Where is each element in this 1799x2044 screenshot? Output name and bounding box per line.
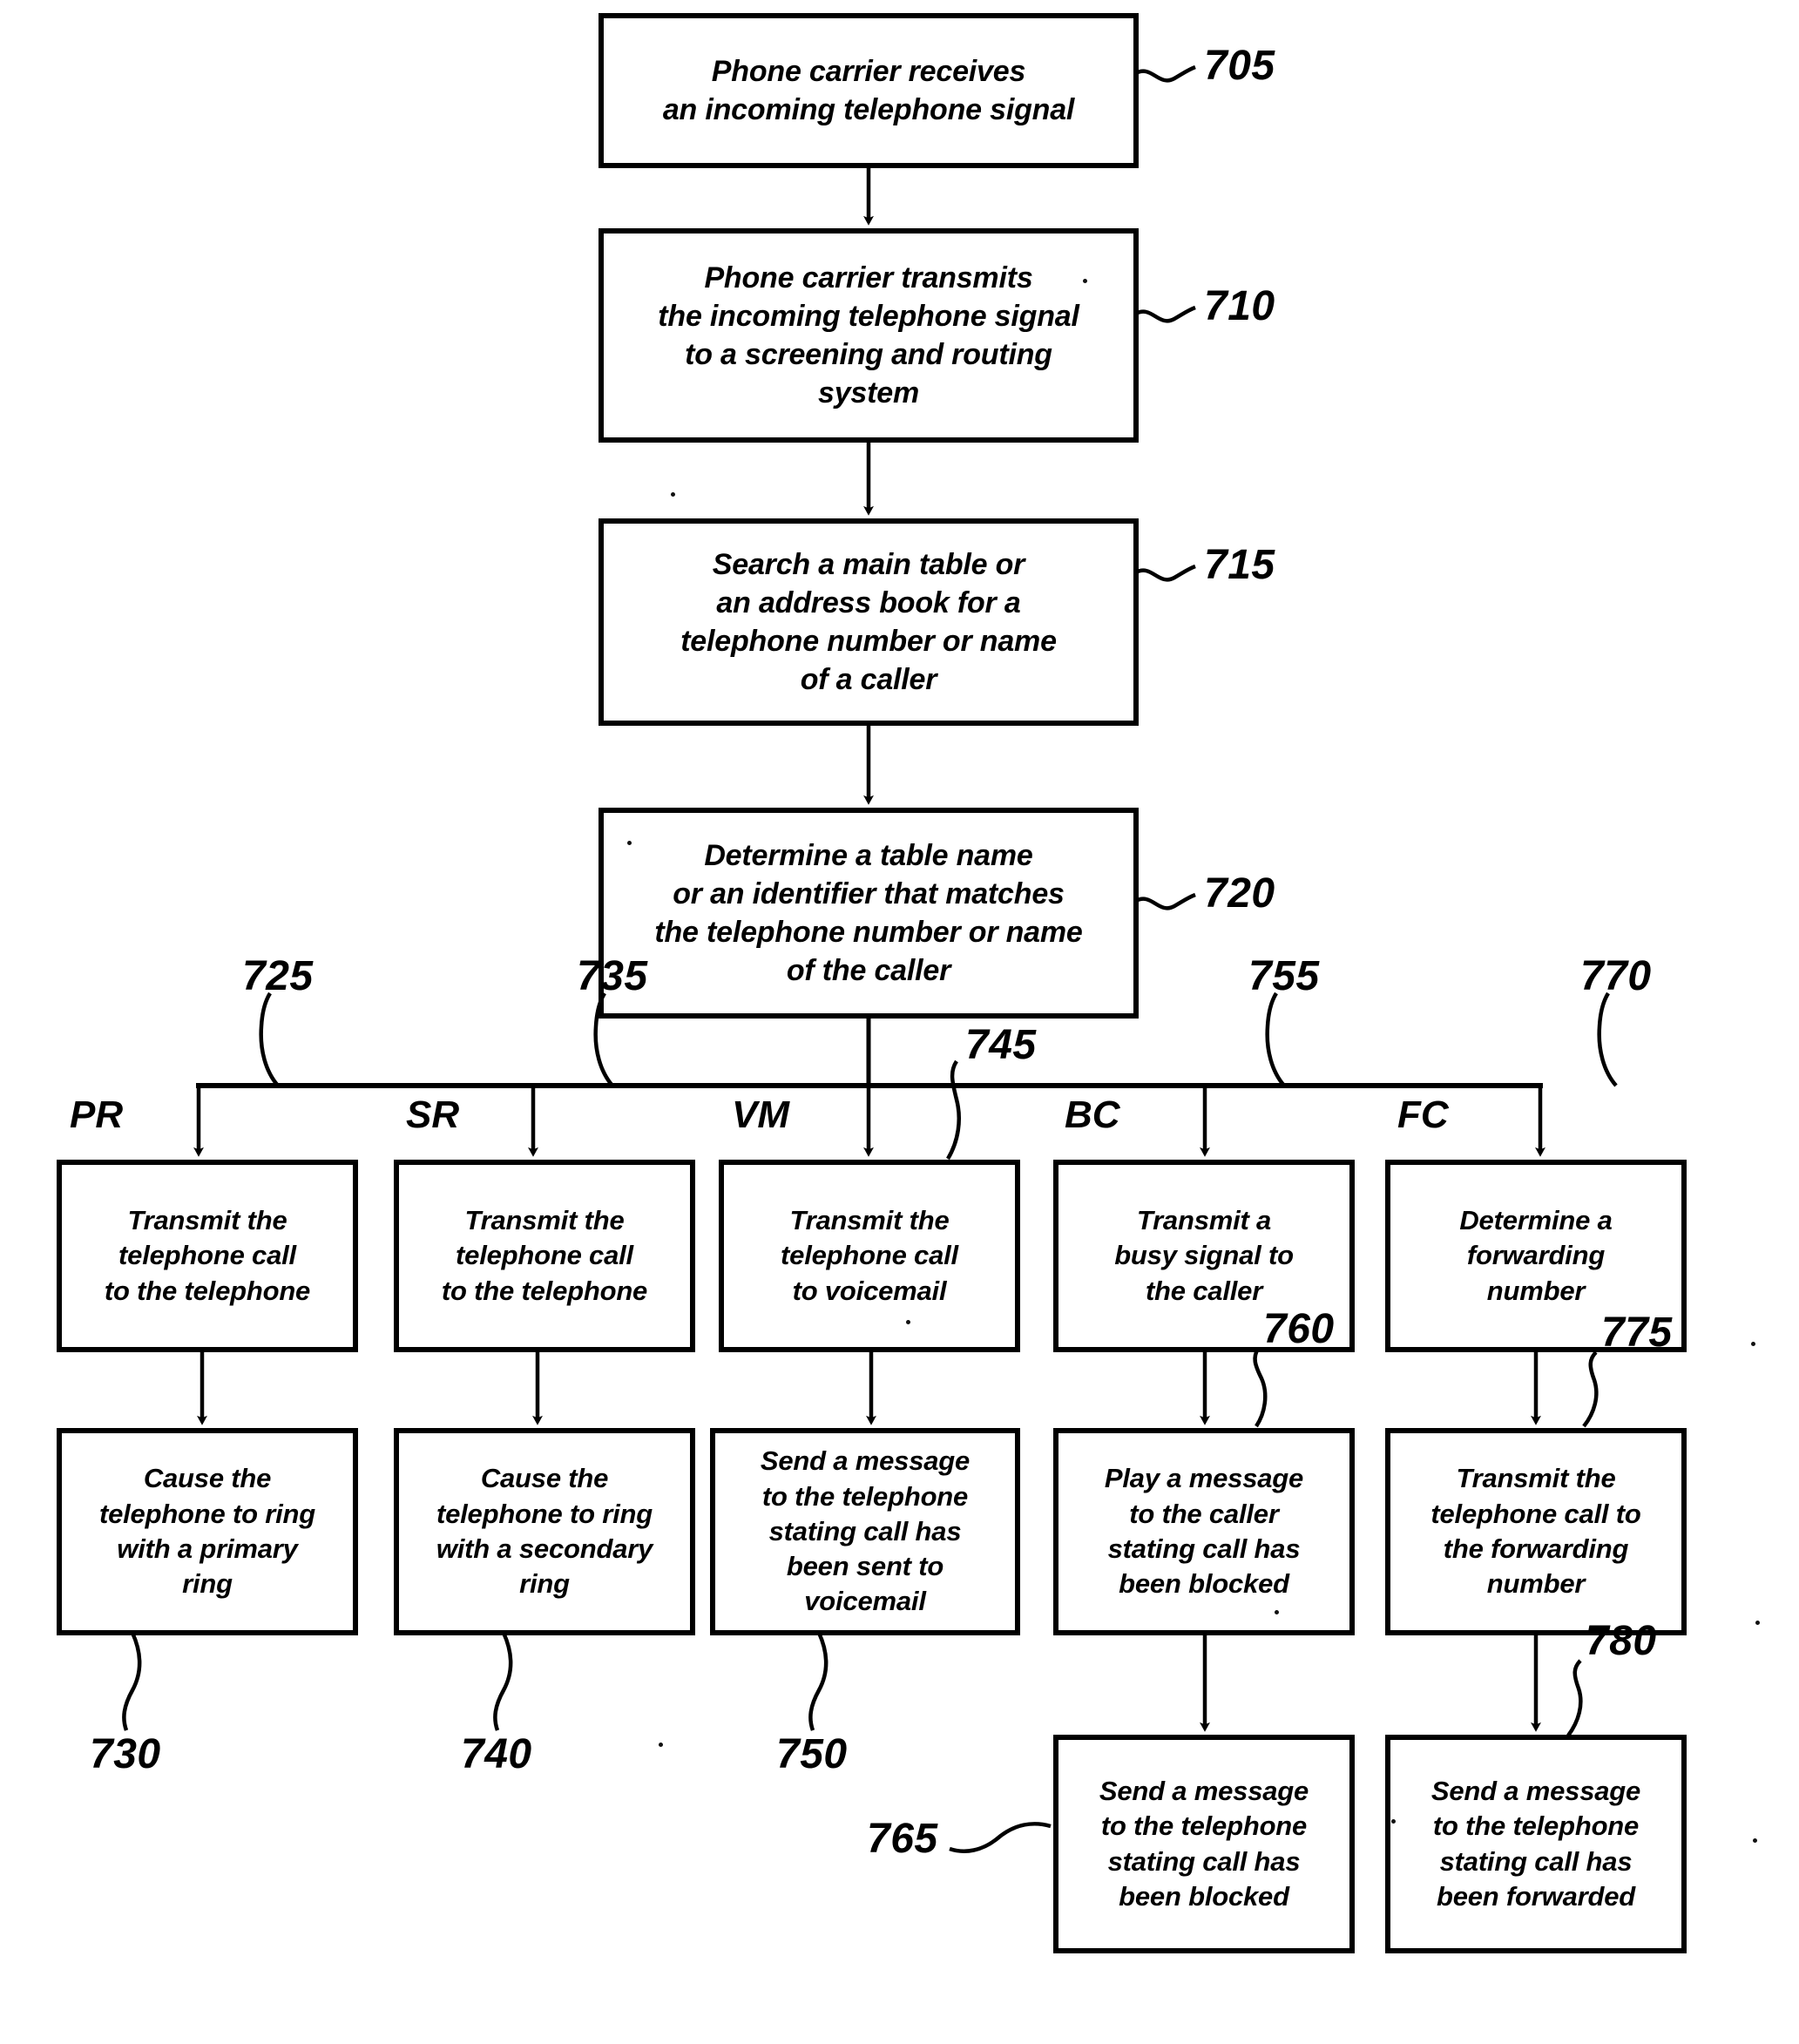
leader-755 xyxy=(1265,992,1286,1087)
scan-speck xyxy=(1275,1610,1279,1614)
branch-label-vm: VM xyxy=(732,1093,789,1136)
ref-numeral-715: 715 xyxy=(1204,542,1275,588)
leader-770 xyxy=(1597,992,1618,1087)
branch-label-sr: SR xyxy=(406,1093,460,1136)
box-740-text: Cause the telephone to ring with a secon… xyxy=(436,1463,653,1600)
ref-numeral-725: 725 xyxy=(242,953,314,999)
leader-725 xyxy=(259,992,280,1087)
box-750-text: Send a message to the telephone stating … xyxy=(760,1445,971,1617)
ref-numeral-705: 705 xyxy=(1204,43,1275,89)
box-775-text: Transmit the telephone call to the forwa… xyxy=(1430,1463,1641,1600)
box-780-text: Send a message to the telephone stating … xyxy=(1430,1775,1641,1912)
ref-numeral-735: 735 xyxy=(577,953,648,999)
leader-740 xyxy=(493,1632,513,1731)
branch-label-pr: PR xyxy=(70,1093,124,1136)
scan-speck xyxy=(659,1743,663,1747)
box-725-text: Transmit the telephone call to the telep… xyxy=(104,1205,311,1306)
scan-speck xyxy=(1755,1621,1760,1625)
leader-710 xyxy=(1134,305,1196,323)
ref-numeral-720: 720 xyxy=(1204,870,1275,917)
box-765-text: Send a message to the telephone stating … xyxy=(1099,1775,1309,1912)
ref-numeral-750: 750 xyxy=(776,1731,848,1777)
leader-730 xyxy=(122,1632,142,1731)
box-745-text: Transmit the telephone call to voicemail xyxy=(781,1205,958,1306)
ref-numeral-765: 765 xyxy=(867,1816,938,1862)
ref-numeral-730: 730 xyxy=(90,1731,161,1777)
branch-label-bc: BC xyxy=(1065,1093,1120,1136)
ref-numeral-740: 740 xyxy=(461,1731,532,1777)
box-735-text: Transmit the telephone call to the telep… xyxy=(441,1205,648,1306)
leader-760 xyxy=(1253,1347,1268,1428)
leader-745 xyxy=(946,1059,961,1161)
ref-numeral-775: 775 xyxy=(1601,1310,1673,1356)
scan-speck xyxy=(1083,279,1087,283)
leader-705 xyxy=(1134,64,1196,83)
box-760-text: Play a message to the caller stating cal… xyxy=(1104,1463,1304,1600)
ref-numeral-770: 770 xyxy=(1580,953,1652,999)
box-715-text: Search a main table or an address book f… xyxy=(680,547,1057,697)
box-710-text: Phone carrier transmits the incoming tel… xyxy=(658,261,1079,410)
leader-765 xyxy=(949,1822,1052,1853)
scan-speck xyxy=(1391,1819,1396,1824)
leader-720 xyxy=(1134,892,1196,910)
box-705-text: Phone carrier receives an incoming telep… xyxy=(662,54,1075,126)
leader-775 xyxy=(1582,1350,1599,1428)
scan-speck xyxy=(1753,1838,1757,1843)
leader-715 xyxy=(1134,564,1196,582)
ref-numeral-710: 710 xyxy=(1204,283,1275,329)
branch-label-fc: FC xyxy=(1397,1093,1449,1136)
leader-780 xyxy=(1566,1659,1583,1737)
box-720-text: Determine a table name or an identifier … xyxy=(654,838,1083,988)
leader-750 xyxy=(808,1632,828,1731)
scan-speck xyxy=(627,841,632,845)
ref-numeral-745: 745 xyxy=(965,1022,1037,1068)
ref-numeral-755: 755 xyxy=(1248,953,1320,999)
scan-speck xyxy=(671,492,675,497)
patent-flowchart-figure: Phone carrier receives an incoming telep… xyxy=(0,0,1799,2044)
box-730-text: Cause the telephone to ring with a prima… xyxy=(98,1463,316,1600)
scan-speck xyxy=(1751,1342,1755,1346)
ref-numeral-780: 780 xyxy=(1586,1618,1657,1664)
scan-speck xyxy=(906,1320,910,1324)
ref-numeral-760: 760 xyxy=(1263,1306,1335,1352)
